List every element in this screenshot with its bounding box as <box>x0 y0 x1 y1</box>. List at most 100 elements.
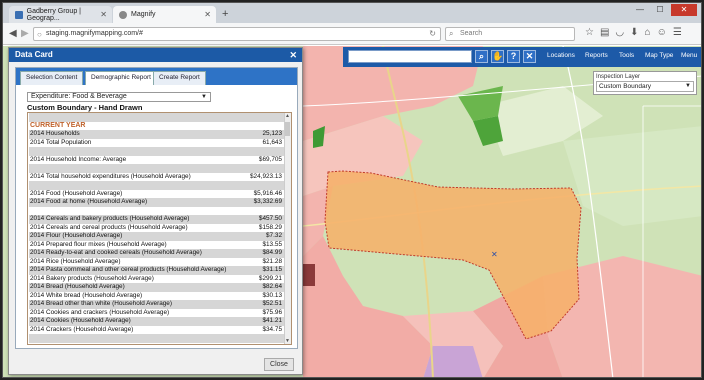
tab-bar: Gadberry Group | Geograp... ✕ Magnify ✕ … <box>3 3 701 23</box>
row-label: 2014 Rice (Household Average) <box>30 257 121 265</box>
download-icon[interactable]: ⬇ <box>630 27 638 38</box>
tab-gadberry[interactable]: Gadberry Group | Geograp... ✕ <box>9 6 112 23</box>
inspection-layer-label: Inspection Layer <box>596 74 641 80</box>
row-value: $5,916.46 <box>253 189 282 197</box>
menu-reports[interactable]: Reports <box>585 52 608 59</box>
row-value: $13.55 <box>262 240 282 248</box>
scrollbar-thumb[interactable] <box>285 122 290 136</box>
map-search-input[interactable] <box>348 50 472 63</box>
scroll-up-icon[interactable]: ▲ <box>284 113 291 119</box>
browser-window: Gadberry Group | Geograp... ✕ Magnify ✕ … <box>2 2 702 378</box>
data-card-title-bar: Data Card ✕ <box>9 48 302 62</box>
close-button[interactable]: Close <box>264 358 294 371</box>
table-row: 2014 Cereals and bakery products (Househ… <box>29 215 284 224</box>
row-label: 2014 Total household expenditures (House… <box>30 172 191 180</box>
row-value: $3,332.69 <box>253 198 282 205</box>
row-label: 2014 Flour (Household Average) <box>30 232 123 239</box>
expenditure-select-value: Expenditure: Food & Beverage <box>31 93 127 100</box>
bookmark-star-icon[interactable]: ☆ <box>585 27 594 38</box>
tab-create-report[interactable]: Create Report <box>153 71 206 85</box>
row-value: $52.51 <box>262 300 282 307</box>
menu-locations[interactable]: Locations <box>547 52 575 59</box>
close-tab-icon[interactable]: ✕ <box>204 10 211 19</box>
row-value: $299.21 <box>258 274 282 282</box>
row-label: 2014 Crackers (Household Average) <box>30 325 134 333</box>
table-row: 2014 White bread (Household Average) $30.… <box>29 292 284 301</box>
row-value: $457.50 <box>258 215 282 222</box>
row-label: 2014 White bread (Household Average) <box>30 291 143 299</box>
scrollbar[interactable]: ▲ ▼ <box>284 113 291 344</box>
new-tab-icon[interactable]: + <box>222 8 228 20</box>
window-controls: — ☐ ✕ <box>631 4 697 16</box>
card-tabstrip: Selection Content Demographic Report Cre… <box>16 68 297 85</box>
row-label: 2014 Cookies and crackers (Household Ave… <box>30 308 170 316</box>
menu-menu[interactable]: Menu <box>681 52 697 59</box>
row-value: $84.99 <box>262 249 282 256</box>
chat-icon[interactable]: ☺ <box>657 27 667 38</box>
row-label: 2014 Food (Household Average) <box>30 189 123 197</box>
tab-magnify[interactable]: Magnify ✕ <box>113 6 216 23</box>
pan-hand-icon[interactable]: ✋ <box>491 50 504 63</box>
row-label: 2014 Food at home (Household Average) <box>30 198 148 205</box>
row-label: 2014 Cereals and bakery products (Househ… <box>30 215 190 222</box>
toolbar-icons: ☆ ▤ ◡ ⬇ ⌂ ☺ ☰ <box>585 27 682 38</box>
row-label: 2014 Ready-to-eat and cooked cereals (Ho… <box>30 249 202 256</box>
back-icon[interactable]: ◀ <box>9 28 17 39</box>
pocket-icon[interactable]: ◡ <box>615 27 624 38</box>
clipboard-icon[interactable]: ▤ <box>600 27 609 38</box>
inspection-layer-select[interactable]: Custom Boundary ▼ <box>596 81 694 92</box>
table-row <box>29 113 284 122</box>
row-label: 2014 Pasta cornmeal and other cereal pro… <box>30 266 227 273</box>
boundary-name: Custom Boundary - Hand Drawn <box>27 103 143 112</box>
navigation-bar: ◀ ▶ ○ staging.magnifymapping.com/# ↻ ⌕ S… <box>3 23 701 45</box>
browser-search-input[interactable]: ⌕ Search <box>445 27 575 41</box>
forward-icon[interactable]: ▶ <box>21 28 29 39</box>
row-value: $69,705 <box>258 155 282 163</box>
row-value: $75.96 <box>262 308 282 316</box>
menu-map-type[interactable]: Map Type <box>645 52 673 59</box>
minimize-icon[interactable]: — <box>631 4 649 16</box>
table-row: 2014 Cereals and cereal products (Househ… <box>29 224 284 233</box>
close-card-icon[interactable]: ✕ <box>289 48 297 62</box>
row-value: $158.29 <box>258 223 282 231</box>
table-row: 2014 Ready-to-eat and cooked cereals (Ho… <box>29 249 284 258</box>
tab-label: Gadberry Group | Geograp... <box>26 7 81 22</box>
table-row: 2014 Pasta cornmeal and other cereal pro… <box>29 266 284 275</box>
table-row <box>29 164 284 173</box>
search-icon: ⌕ <box>449 29 454 38</box>
tab-selection-content[interactable]: Selection Content <box>20 71 84 85</box>
table-row <box>29 181 284 190</box>
maximize-icon[interactable]: ☐ <box>651 4 669 16</box>
close-window-icon[interactable]: ✕ <box>671 4 697 16</box>
search-button-icon[interactable]: ⌕ <box>475 50 488 63</box>
row-value: $82.64 <box>262 283 282 290</box>
row-label: 2014 Prepared flour mixes (Household Ave… <box>30 240 167 248</box>
row-label: 2014 Cookies (Household Average) <box>30 317 131 324</box>
globe-icon: ○ <box>37 30 42 39</box>
home-icon[interactable]: ⌂ <box>645 27 651 38</box>
row-label: 2014 Household Income: Average <box>30 155 127 163</box>
close-tab-icon[interactable]: ✕ <box>100 10 107 19</box>
clear-tools-icon[interactable]: ✕ <box>523 50 536 63</box>
hamburger-menu-icon[interactable]: ☰ <box>673 27 682 38</box>
table-row: 2014 Bread (Household Average) $82.64 <box>29 283 284 292</box>
help-icon[interactable]: ? <box>507 50 520 63</box>
url-bar[interactable]: ○ staging.magnifymapping.com/# ↻ <box>33 27 441 41</box>
tab-demographic-report[interactable]: Demographic Report <box>85 71 157 85</box>
reload-icon[interactable]: ↻ <box>429 28 436 40</box>
inspection-layer-value: Custom Boundary <box>599 83 652 90</box>
row-value: $7.32 <box>266 232 282 239</box>
expenditure-select[interactable]: Expenditure: Food & Beverage ▼ <box>27 92 211 102</box>
table-row: 2014 Prepared flour mixes (Household Ave… <box>29 241 284 250</box>
magnify-favicon-icon <box>119 10 127 19</box>
report-table[interactable]: CURRENT YEAR 2014 Households 25,123 2014 To… <box>27 112 292 345</box>
menu-tools[interactable]: Tools <box>619 52 634 59</box>
table-row: 2014 Households 25,123 <box>29 130 284 139</box>
row-value: $24,923.13 <box>250 172 282 180</box>
scroll-down-icon[interactable]: ▼ <box>284 338 291 344</box>
row-label: 2014 Cereals and cereal products (Househ… <box>30 223 188 231</box>
row-value: 25,123 <box>262 130 282 137</box>
row-label: 2014 Bread other than white (Household A… <box>30 300 172 307</box>
row-value: $31.15 <box>262 266 282 273</box>
svg-text:✕: ✕ <box>491 250 498 259</box>
